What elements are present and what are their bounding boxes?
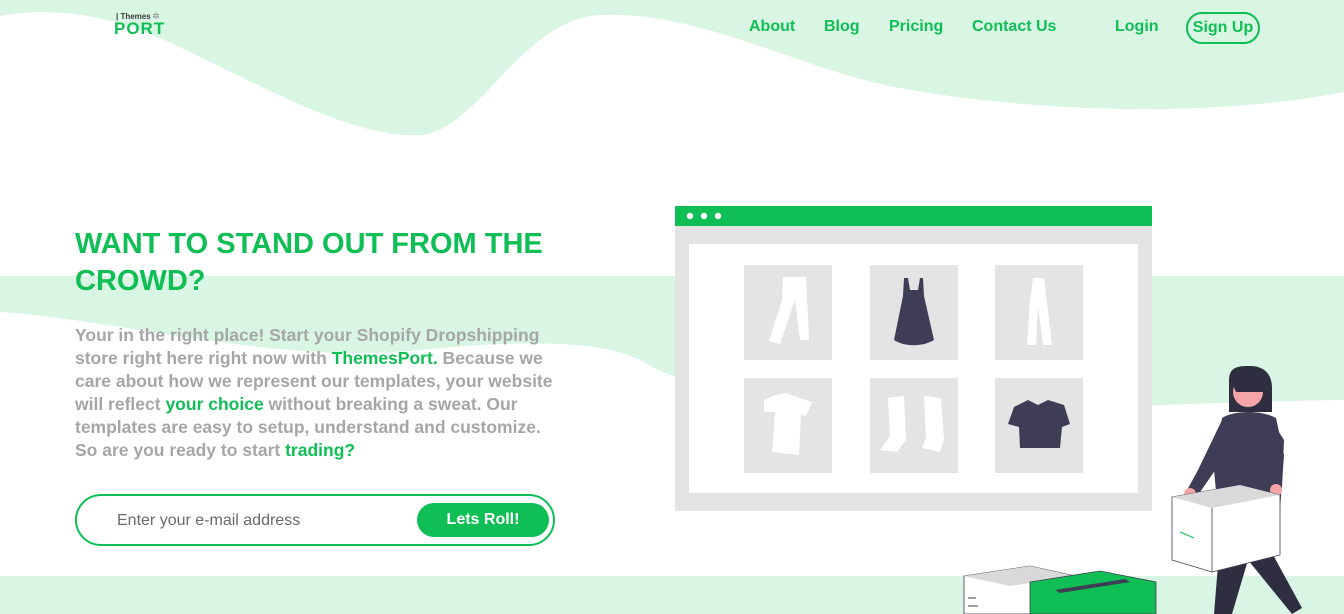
hero-highlight-choice: your choice	[165, 394, 264, 414]
nav-contact-link[interactable]: Contact Us	[972, 18, 1056, 36]
stacked-boxes	[963, 565, 1157, 614]
product-tile	[744, 378, 832, 473]
main-nav: About Blog Pricing Contact Us Login Sign…	[0, 12, 1344, 44]
lets-roll-button[interactable]: Lets Roll!	[417, 503, 549, 537]
hero-title: WANT TO STAND OUT FROM THE CROWD?	[75, 228, 543, 297]
product-tile	[995, 378, 1083, 473]
sign-up-button[interactable]: Sign Up	[1186, 12, 1260, 44]
email-signup-form: Lets Roll!	[75, 494, 555, 546]
hero-description: Your in the right place! Start your Shop…	[75, 324, 560, 462]
product-tile	[744, 265, 832, 360]
window-dot-icon	[714, 212, 722, 220]
person-figure	[1171, 366, 1302, 614]
window-dot-icon	[686, 212, 694, 220]
hero-highlight-brand: ThemesPort.	[331, 348, 438, 368]
email-input[interactable]	[115, 508, 409, 534]
product-tile	[870, 265, 958, 360]
nav-about-link[interactable]: About	[749, 18, 795, 36]
nav-login-link[interactable]: Login	[1115, 18, 1159, 36]
product-tile	[995, 265, 1083, 360]
product-tile	[870, 378, 958, 473]
browser-title-bar	[675, 206, 1152, 226]
nav-pricing-link[interactable]: Pricing	[889, 18, 943, 36]
window-dot-icon	[700, 212, 708, 220]
hero-highlight-trading: trading?	[285, 440, 356, 460]
nav-blog-link[interactable]: Blog	[824, 18, 860, 36]
